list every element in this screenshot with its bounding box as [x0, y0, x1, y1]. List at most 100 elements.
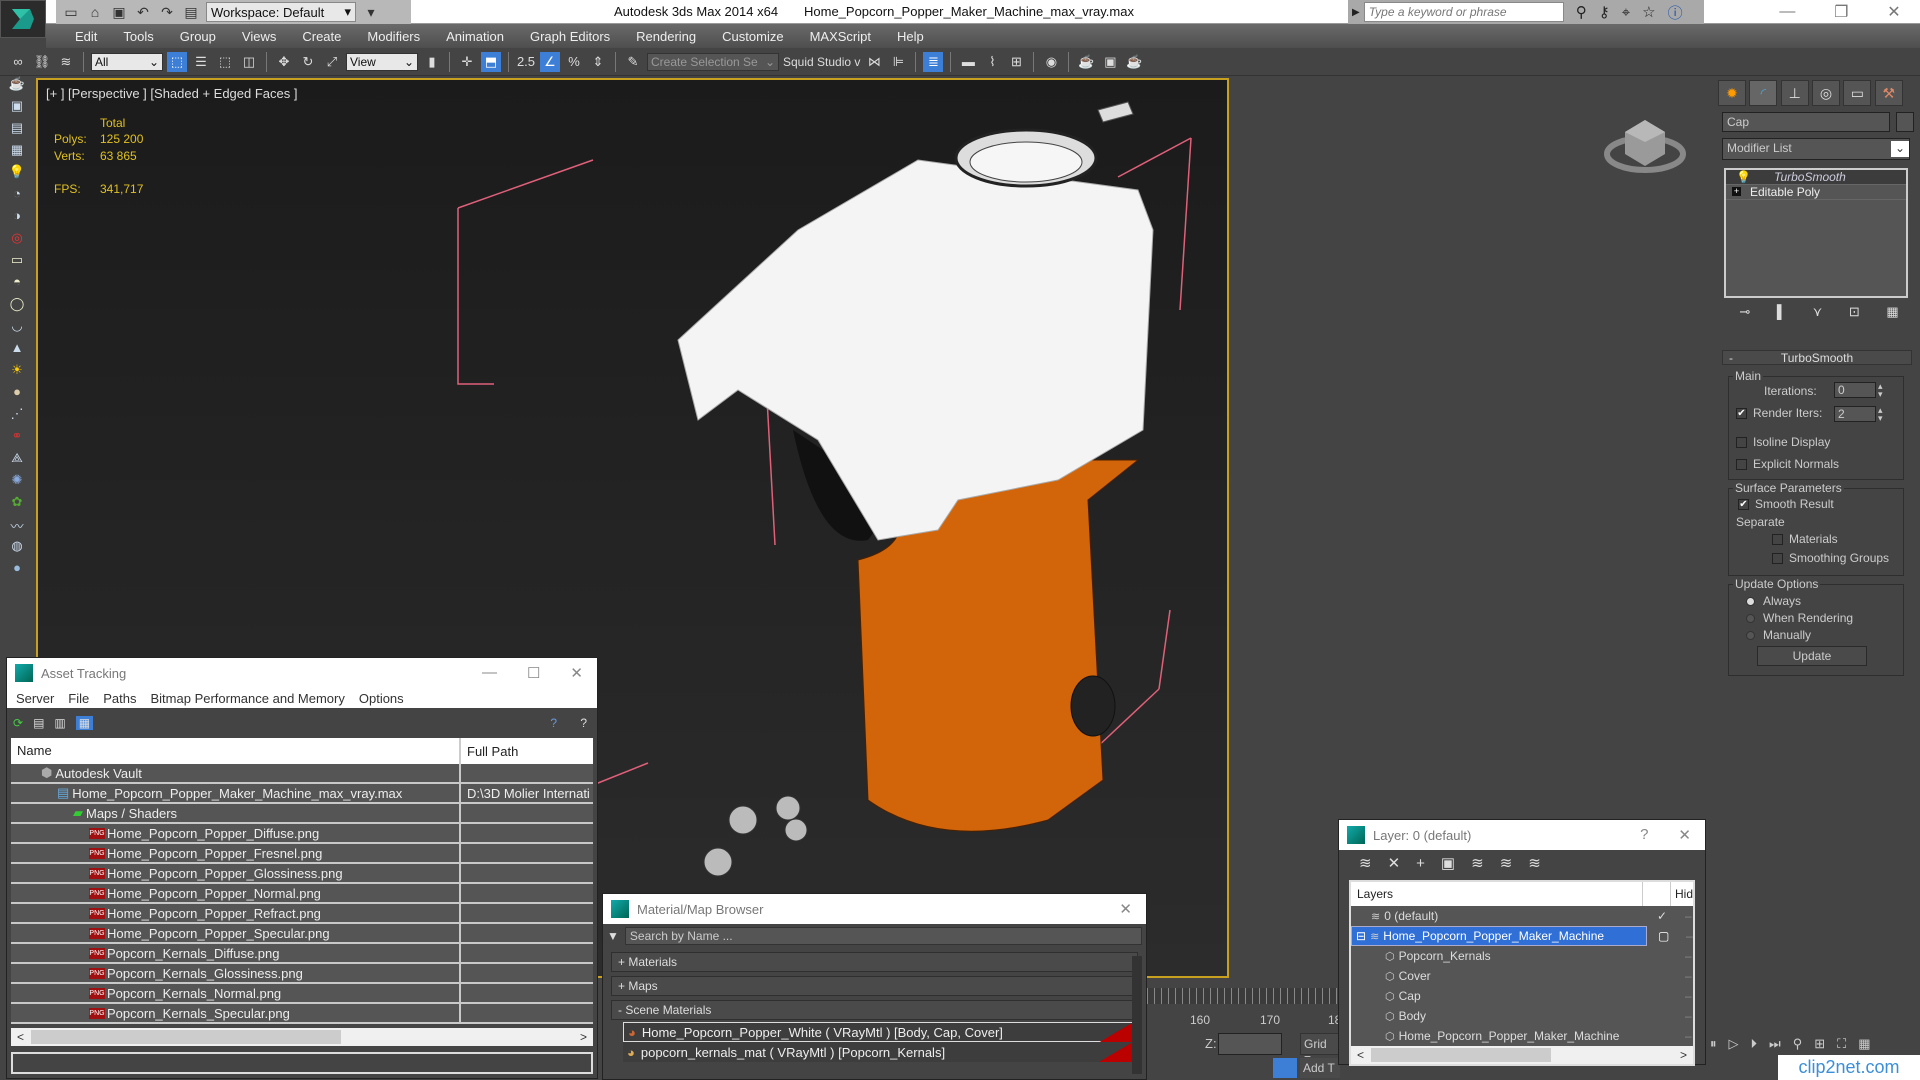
close-icon[interactable]: ✕	[1119, 900, 1132, 918]
sun-icon[interactable]: ☀	[0, 362, 34, 384]
asset-row[interactable]: PNG Home_Popcorn_Popper_Normal.png	[11, 884, 593, 904]
object-row[interactable]: ⬡ Popcorn_Kernals –	[1351, 946, 1693, 966]
asset-horizontal-scrollbar[interactable]: < >	[11, 1028, 593, 1046]
layer-manager-icon[interactable]: ≣	[923, 51, 944, 72]
hide-all-icon[interactable]: ≋	[1500, 854, 1513, 872]
time-ruler[interactable]	[1147, 988, 1337, 1004]
mirror-icon[interactable]: ⋈	[864, 52, 884, 72]
modifier-stack-item-editable-poly[interactable]: + Editable Poly	[1726, 185, 1906, 200]
show-end-result-icon[interactable]: ▌	[1777, 304, 1786, 326]
window-crossing-icon[interactable]: ◫	[239, 52, 259, 72]
asset-row[interactable]: PNG Home_Popcorn_Popper_Refract.png	[11, 904, 593, 924]
pin-stack-icon[interactable]: ⊸	[1739, 304, 1750, 326]
table-icon[interactable]: ▦	[0, 142, 34, 164]
hide-toggle[interactable]: –	[1685, 1029, 1692, 1043]
vertical-scrollbar[interactable]	[1132, 956, 1142, 1074]
scroll-left-icon[interactable]: <	[17, 1030, 24, 1044]
material-sphere-icon[interactable]: ●	[0, 560, 34, 582]
help-icon[interactable]: ⓘ	[1668, 2, 1683, 23]
zoom-extents-all-icon[interactable]: ▦	[1858, 1036, 1870, 1052]
update-when-rendering-radio[interactable]: When Rendering	[1746, 611, 1853, 625]
isolate-selection-icon[interactable]	[1273, 1058, 1297, 1078]
iterations-input[interactable]: 0	[1834, 382, 1876, 398]
menu-rendering[interactable]: Rendering	[623, 29, 709, 44]
smooth-result-checkbox[interactable]: ✔ Smooth Result	[1738, 497, 1834, 511]
render-setup-icon[interactable]: ☕	[1076, 52, 1096, 72]
scroll-right-icon[interactable]: >	[1680, 1048, 1687, 1062]
refresh-icon[interactable]: ⟳	[13, 716, 23, 730]
separate-materials-checkbox[interactable]: Materials	[1772, 532, 1838, 546]
asset-row[interactable]: PNG Popcorn_Kernals_Diffuse.png	[11, 944, 593, 964]
checkbox-unchecked[interactable]	[1772, 553, 1783, 565]
scale-icon[interactable]: ⤢	[322, 52, 342, 72]
selection-filter-dropdown[interactable]: All ⌄	[91, 52, 163, 71]
teapot-icon[interactable]: ☕	[0, 76, 34, 98]
edit-named-selection-icon[interactable]: ✎	[623, 52, 643, 72]
molecule-icon[interactable]: ⚭	[0, 428, 34, 450]
fur-icon[interactable]: ✺	[0, 472, 34, 494]
tab-utilities[interactable]: ⚒	[1874, 80, 1903, 106]
freeze-all-icon[interactable]: ≋	[1528, 854, 1541, 872]
help-button[interactable]: ?	[1640, 826, 1648, 844]
material-item[interactable]: ◕ popcorn_kernals_mat ( VRayMtl ) [Popco…	[623, 1042, 1133, 1062]
menu-server[interactable]: Server	[16, 691, 54, 706]
key-icon[interactable]: ⚷	[1599, 3, 1610, 21]
menu-edit[interactable]: Edit	[62, 29, 110, 44]
studio-label[interactable]: Squid Studio v	[783, 55, 860, 69]
disc-light-icon[interactable]: ◯	[0, 296, 34, 318]
camera-icon[interactable]: ◔	[0, 186, 34, 208]
z-coordinate-input[interactable]	[1218, 1033, 1282, 1055]
menu-options[interactable]: Options	[359, 691, 404, 706]
render-iters-input[interactable]: 2	[1834, 406, 1876, 422]
tab-hierarchy[interactable]: ⊥	[1780, 80, 1809, 106]
configure-modifier-sets-icon[interactable]: ▦	[1886, 304, 1898, 326]
list-icon[interactable]: ▤	[0, 120, 34, 142]
project-folder-icon[interactable]: ▤	[182, 4, 200, 20]
radio-unselected[interactable]	[1746, 614, 1755, 624]
modifier-stack[interactable]: 💡 TurboSmooth + Editable Poly	[1724, 168, 1908, 298]
asset-row[interactable]: ⬢ Autodesk Vault	[11, 764, 593, 784]
zoom-icon[interactable]: ⚲	[1793, 1036, 1803, 1052]
play-icon[interactable]: ▷	[1729, 1036, 1739, 1052]
select-manipulate-icon[interactable]: ✛	[457, 52, 477, 72]
render-production-icon[interactable]: ☕	[1124, 52, 1144, 72]
new-layer-icon[interactable]: ≋	[1359, 854, 1372, 872]
keyboard-shortcut-override-icon[interactable]: ⬒	[481, 51, 501, 72]
search-by-name-input[interactable]: Search by Name ...	[624, 927, 1142, 945]
named-selection-set-dropdown[interactable]: Create Selection Se ⌄	[647, 52, 779, 71]
checkbox-unchecked[interactable]	[1736, 437, 1747, 449]
render-iters-spinner[interactable]: ▴ ▾	[1878, 406, 1883, 423]
iterations-spinner[interactable]: ▴ ▾	[1878, 382, 1883, 399]
tab-modify[interactable]: ◜	[1749, 80, 1778, 106]
layer-row[interactable]: ≋ 0 (default) ✓ –	[1351, 906, 1693, 926]
schematic-view-icon[interactable]: ⊞	[1006, 52, 1026, 72]
video-camera-icon[interactable]: ◎	[0, 230, 34, 252]
separate-smoothing-groups-checkbox[interactable]: Smoothing Groups	[1772, 551, 1889, 565]
qat-options-icon[interactable]: ▾	[362, 4, 380, 20]
column-hide[interactable]: Hid	[1671, 887, 1693, 901]
proxy-icon[interactable]: ⟁	[0, 450, 34, 472]
checkbox-unchecked[interactable]	[1736, 459, 1747, 471]
object-row[interactable]: ⬡ Cover –	[1351, 966, 1693, 986]
hide-toggle[interactable]: –	[1686, 929, 1693, 943]
hide-toggle[interactable]: –	[1685, 989, 1692, 1003]
select-by-name-icon[interactable]: ☰	[191, 52, 211, 72]
object-name-input[interactable]: Cap	[1722, 112, 1890, 132]
menu-group[interactable]: Group	[167, 29, 229, 44]
menu-views[interactable]: Views	[229, 29, 289, 44]
close-icon[interactable]: ✕	[1678, 826, 1691, 844]
browser-options-icon[interactable]: ▼	[607, 929, 619, 943]
update-button[interactable]: Update	[1757, 646, 1867, 666]
spinner-snap-icon[interactable]: ⇕	[588, 52, 608, 72]
update-manually-radio[interactable]: Manually	[1746, 628, 1811, 642]
curve-editor-icon[interactable]: ⌇	[982, 52, 1002, 72]
menu-animation[interactable]: Animation	[433, 29, 517, 44]
redo-icon[interactable]: ↷	[158, 4, 176, 20]
explicit-normals-checkbox[interactable]: Explicit Normals	[1736, 457, 1839, 471]
expand-plus-icon[interactable]: +	[1732, 187, 1741, 196]
satellite-icon[interactable]: ⌖	[1622, 4, 1630, 21]
asset-tracking-titlebar[interactable]: Asset Tracking — ☐ ✕	[7, 658, 597, 688]
material-editor-icon[interactable]: ◉	[1041, 52, 1061, 72]
scroll-right-icon[interactable]: >	[580, 1030, 587, 1044]
asset-row[interactable]: PNG Home_Popcorn_Popper_Glossiness.png	[11, 864, 593, 884]
